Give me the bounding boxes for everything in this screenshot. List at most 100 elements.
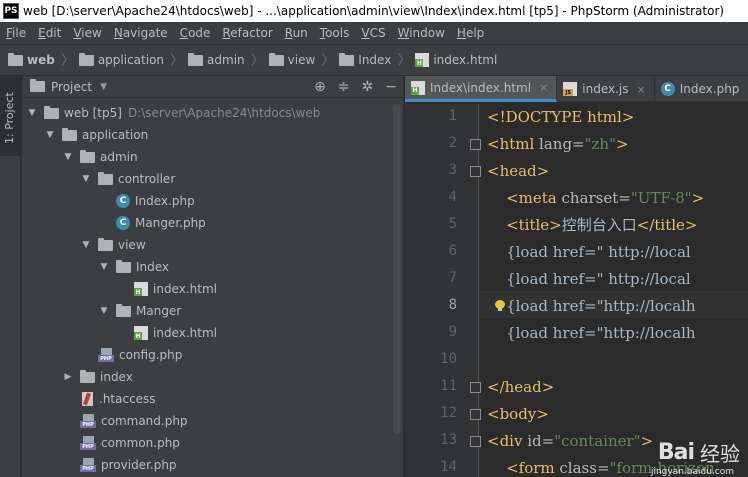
folder-icon	[339, 52, 355, 66]
line-number: 2	[448, 135, 457, 151]
fold-marker-icon[interactable]	[470, 139, 481, 150]
chevron-right-icon: 〉	[170, 53, 185, 69]
code-token: <div	[487, 432, 528, 450]
code-line: {load href="http://localh	[487, 293, 696, 320]
chevron-down-icon[interactable]: ▼	[26, 108, 38, 118]
baidu-jingyan-watermark: Bai 经验	[658, 438, 740, 467]
tree-item[interactable]: ▼ web [tp5] D:\server\Apache24\htdocs\web	[22, 102, 404, 124]
menu-item-help[interactable]: Help	[453, 22, 488, 44]
project-tool-window-tab[interactable]: 1: Project	[0, 76, 21, 156]
line-number: 14	[440, 459, 457, 475]
php-file-icon: PHP	[80, 414, 96, 428]
close-icon[interactable]: ×	[539, 81, 548, 94]
tree-item[interactable]: ▼CManger.php	[22, 212, 404, 234]
code-token: "container"	[554, 432, 641, 450]
menu-item-run[interactable]: Run	[281, 22, 312, 44]
tree-item[interactable]: ▼PHPcommand.php	[22, 410, 404, 432]
fold-marker-icon[interactable]	[470, 382, 481, 393]
tree-item[interactable]: ▼ Index	[22, 256, 404, 278]
code-line: <div id="container">	[487, 428, 653, 455]
breadcrumb-item-view[interactable]: view	[268, 44, 315, 76]
folder-icon	[268, 52, 284, 66]
line-number: 4	[448, 189, 457, 205]
project-tab-label: 1: Project	[3, 92, 16, 144]
code-line: {load href=" http://local	[487, 266, 691, 293]
tree-item-label: web [tp5]	[64, 106, 122, 120]
fold-marker-icon[interactable]	[470, 436, 481, 447]
tree-item[interactable]: ▶ index	[22, 366, 404, 388]
menu-item-navigate[interactable]: Navigate	[110, 22, 172, 44]
editor-tab[interactable]: Index\index.html ×	[405, 76, 558, 102]
breadcrumb-label: index.html	[433, 53, 498, 67]
minimize-icon[interactable]: −	[385, 76, 397, 98]
lightbulb-icon[interactable]	[495, 300, 505, 312]
tree-item[interactable]: ▼ application	[22, 124, 404, 146]
tree-item[interactable]: ▼PHPprovider.php	[22, 454, 404, 476]
menu-item-file[interactable]: File	[2, 22, 30, 44]
breadcrumb-item-index[interactable]: Index	[339, 44, 391, 76]
code-line: {load href=" http://local	[487, 239, 691, 266]
breadcrumb-item-application[interactable]: application	[78, 44, 165, 76]
breadcrumb-item-web[interactable]: web	[8, 44, 55, 76]
tree-item[interactable]: ▼ admin	[22, 146, 404, 168]
breadcrumb-label: Index	[358, 53, 392, 67]
code-token: "zh"	[584, 135, 616, 153]
chevron-down-icon[interactable]: ▼	[100, 82, 107, 92]
fold-marker-icon[interactable]	[470, 166, 481, 177]
code-line: <html lang="zh">	[487, 131, 629, 158]
php-file-icon: PHP	[80, 458, 96, 472]
code-token: lang=	[539, 135, 585, 153]
tree-item[interactable]: ▼CIndex.php	[22, 190, 404, 212]
collapse-all-icon[interactable]: ≑	[338, 76, 350, 98]
tree-item[interactable]: ▼.htaccess	[22, 388, 404, 410]
menu-item-edit[interactable]: Edit	[34, 22, 65, 44]
line-number: 3	[448, 162, 457, 178]
line-number: 8	[448, 297, 457, 313]
code-area[interactable]: <!DOCTYPE html> <html lang="zh"> <head> <m…	[487, 104, 748, 477]
project-scrollbar[interactable]	[393, 104, 401, 434]
code-token: >	[640, 432, 654, 450]
locate-file-icon[interactable]: ⊕	[314, 76, 326, 98]
tree-item[interactable]: ▼index.html	[22, 322, 404, 344]
gear-icon[interactable]: ✲	[362, 76, 374, 98]
menu-item-vcs[interactable]: VCS	[357, 22, 389, 44]
tree-item[interactable]: ▼PHPconfig.php	[22, 344, 404, 366]
code-token: >	[691, 189, 705, 207]
menu-item-view[interactable]: View	[69, 22, 105, 44]
tree-item[interactable]: ▼index.html	[22, 278, 404, 300]
chevron-right-icon[interactable]: ▶	[62, 372, 74, 382]
chevron-down-icon[interactable]: ▼	[62, 152, 74, 162]
project-tree: ▼ web [tp5] D:\server\Apache24\htdocs\web ▼…	[22, 102, 404, 476]
menu-item-tools[interactable]: Tools	[316, 22, 354, 44]
menu-item-window[interactable]: Window	[394, 22, 449, 44]
code-line: <body>	[487, 401, 549, 428]
tree-item[interactable]: ▼ Manger	[22, 300, 404, 322]
editor-tab[interactable]: index.js ×	[557, 76, 655, 102]
breadcrumb-item-admin[interactable]: admin	[188, 44, 245, 76]
breadcrumb-label: application	[97, 53, 165, 67]
fold-marker-icon[interactable]	[470, 409, 481, 420]
editor-tab-label: Index.php	[679, 82, 740, 96]
tree-item[interactable]: ▼ view	[22, 234, 404, 256]
editor-tab[interactable]: CIndex.php×	[655, 76, 748, 102]
tree-item-label: Index.php	[135, 194, 195, 208]
tree-item[interactable]: ▼ controller	[22, 168, 404, 190]
chevron-down-icon[interactable]: ▼	[98, 262, 110, 272]
chevron-right-icon: 〉	[250, 53, 265, 69]
chevron-down-icon[interactable]: ▼	[98, 306, 110, 316]
tree-item-label: config.php	[119, 348, 183, 362]
menu-item-refactor[interactable]: Refactor	[218, 22, 276, 44]
code-token: "UTF-8"	[630, 189, 692, 207]
breadcrumb-item-index-html[interactable]: index.html	[415, 44, 497, 76]
chevron-down-icon[interactable]: ▼	[80, 240, 92, 250]
chevron-down-icon[interactable]: ▼	[80, 174, 92, 184]
chevron-down-icon[interactable]: ▼	[44, 130, 56, 140]
menu-item-code[interactable]: Code	[176, 22, 215, 44]
line-number: 9	[448, 324, 457, 340]
breadcrumb-label: admin	[207, 53, 245, 67]
php-file-icon: PHP	[80, 436, 96, 450]
project-panel-title[interactable]: Project	[51, 80, 92, 94]
tree-item[interactable]: ▼PHPcommon.php	[22, 432, 404, 454]
editor-tab-label: index.js	[582, 82, 629, 96]
close-icon[interactable]: ×	[637, 83, 646, 96]
